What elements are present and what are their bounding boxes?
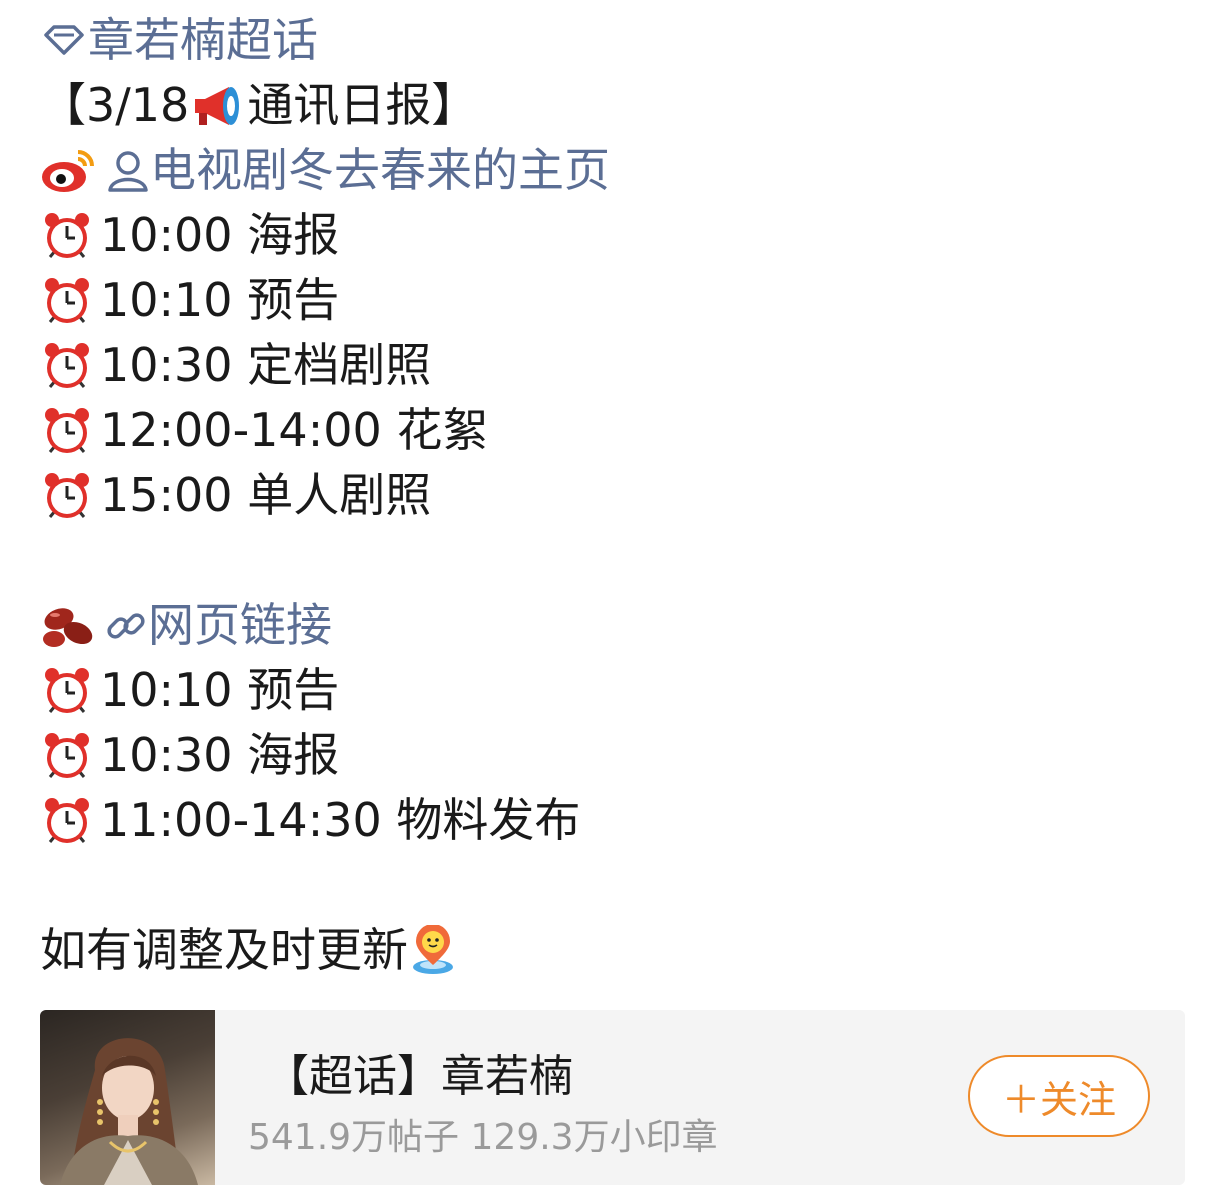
schedule-item: 物料发布 bbox=[396, 793, 581, 847]
alarm-clock-icon bbox=[40, 729, 94, 783]
schedule-time: 10:00 bbox=[100, 208, 233, 262]
web-link[interactable]: 网页链接 bbox=[148, 593, 332, 658]
schedule-row: 12:00-14:00 花絮 bbox=[40, 398, 1190, 463]
diamond-icon bbox=[44, 24, 84, 55]
schedule-time: 10:10 bbox=[100, 273, 233, 327]
alarm-clock-icon bbox=[40, 339, 94, 393]
person-icon bbox=[108, 150, 148, 192]
alarm-clock-icon bbox=[40, 469, 94, 523]
weibo-link-line: 电视剧冬去春来的主页 bbox=[40, 138, 1190, 203]
topic-cover-image bbox=[40, 1010, 215, 1185]
schedule-item: 预告 bbox=[247, 663, 340, 717]
schedule-row: 10:00 海报 bbox=[40, 203, 1190, 268]
schedule-time: 10:30 bbox=[100, 728, 233, 782]
schedule-row: 10:10 预告 bbox=[40, 268, 1190, 333]
alarm-clock-icon bbox=[40, 274, 94, 328]
schedule-item: 海报 bbox=[247, 208, 340, 262]
post-body: 章若楠超话 【3/18 通讯日报】 电视剧冬去春来的主页 10:00 海报 10… bbox=[40, 8, 1190, 983]
alarm-clock-icon bbox=[40, 794, 94, 848]
schedule-row: 11:00-14:30 物料发布 bbox=[40, 788, 1190, 853]
card-title: 【超话】章若楠 bbox=[265, 1051, 573, 1102]
topic-link[interactable]: 章若楠超话 bbox=[88, 8, 318, 73]
schedule-time: 11:00-14:30 bbox=[100, 793, 382, 847]
schedule-item: 预告 bbox=[247, 273, 340, 327]
header-line: 【3/18 通讯日报】 bbox=[40, 73, 1190, 138]
schedule-time: 10:10 bbox=[100, 663, 233, 717]
schedule-item: 定档剧照 bbox=[247, 338, 432, 392]
schedule-time: 10:30 bbox=[100, 338, 233, 392]
super-topic-card[interactable]: 【超话】章若楠 541.9万帖子 129.3万小印章 ＋关注 bbox=[40, 1010, 1185, 1185]
portrait-illustration bbox=[60, 1038, 198, 1185]
card-stats: 541.9万帖子 129.3万小印章 bbox=[248, 1117, 718, 1158]
schedule-time: 15:00 bbox=[100, 468, 233, 522]
weibo-logo-icon bbox=[42, 149, 94, 192]
beans-icon bbox=[43, 607, 93, 647]
schedule-item: 海报 bbox=[247, 728, 340, 782]
follow-button[interactable]: ＋关注 bbox=[968, 1055, 1150, 1137]
alarm-clock-icon bbox=[40, 664, 94, 718]
footer-text: 如有调整及时更新 bbox=[40, 923, 408, 977]
header-tail: 通讯日报】 bbox=[247, 78, 478, 132]
alarm-clock-icon bbox=[40, 404, 94, 458]
schedule-item: 单人剧照 bbox=[247, 468, 432, 522]
alarm-clock-icon bbox=[40, 209, 94, 263]
weibo-link[interactable]: 电视剧冬去春来的主页 bbox=[150, 138, 610, 203]
megaphone-icon bbox=[195, 86, 240, 125]
link-icon bbox=[107, 612, 145, 639]
web-link-line: 网页链接 bbox=[40, 593, 1190, 658]
topic-line: 章若楠超话 bbox=[40, 8, 1190, 73]
schedule-row: 10:30 海报 bbox=[40, 723, 1190, 788]
footer-line: 如有调整及时更新 bbox=[40, 918, 1190, 983]
schedule-row: 15:00 单人剧照 bbox=[40, 463, 1190, 528]
schedule-time: 12:00-14:00 bbox=[100, 403, 382, 457]
schedule-row: 10:30 定档剧照 bbox=[40, 333, 1190, 398]
schedule-row: 10:10 预告 bbox=[40, 658, 1190, 723]
schedule-item: 花絮 bbox=[396, 403, 489, 457]
header-text: 【3/18 bbox=[40, 78, 190, 132]
location-pin-icon bbox=[413, 924, 453, 974]
